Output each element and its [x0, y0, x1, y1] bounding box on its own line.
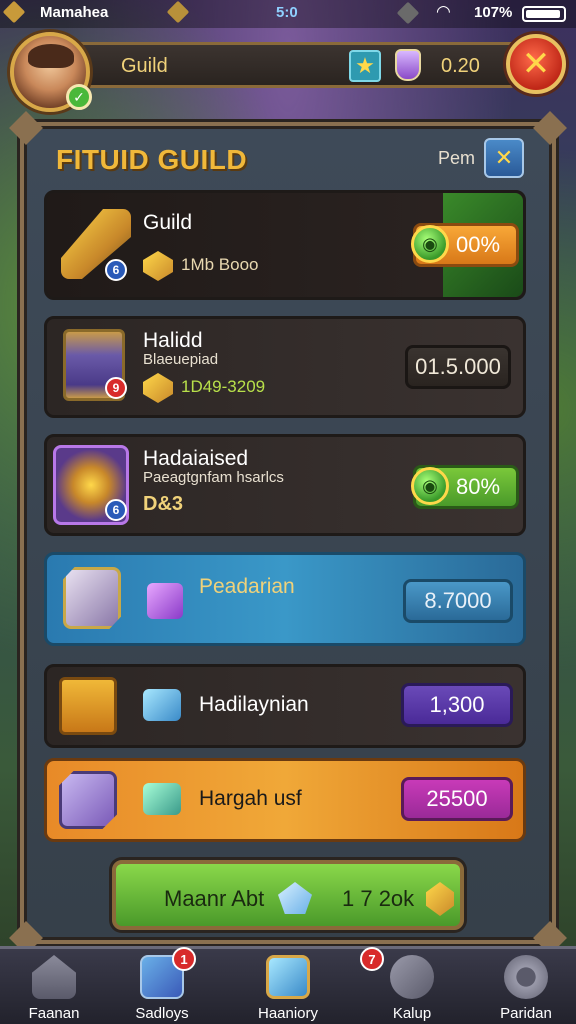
- nav-label: Faanan: [28, 1005, 80, 1022]
- nav-label: Haaniory: [257, 1005, 319, 1022]
- header-title: Guild: [121, 55, 168, 77]
- list-item[interactable]: Peadarian 8.7000: [44, 552, 526, 646]
- row-title: Peadarian: [199, 575, 295, 598]
- top-header: Guild ★ 0.20 ✓ ✕: [0, 28, 576, 112]
- crystal-icon: [63, 567, 121, 629]
- helmet-icon: [390, 955, 434, 999]
- nav-item-settings[interactable]: Paridan: [478, 949, 574, 1024]
- battery-icon: [522, 6, 566, 22]
- panel-corner: [533, 111, 567, 145]
- count-badge: 9: [105, 377, 127, 399]
- chest-icon: [59, 677, 117, 735]
- status-bar: Mamahea 5:0 ◠ 107%: [0, 0, 576, 28]
- notification-badge: 1: [172, 947, 196, 971]
- gem-icon: [143, 689, 181, 721]
- crystal-icon: [266, 955, 310, 999]
- list-item[interactable]: 6 Guild 1Mb Booo ◉ 00%: [44, 190, 526, 300]
- panel-corner: [9, 111, 43, 145]
- bottom-nav: Faanan 1 Sadloys Haaniory 7 Kalup Parida…: [0, 946, 576, 1024]
- nav-label: Kalup: [392, 1005, 432, 1022]
- row-title: Guild: [143, 211, 193, 234]
- avatar[interactable]: ✓: [10, 32, 92, 112]
- orb-icon: ◉: [411, 467, 449, 505]
- nav-item-home[interactable]: Faanan: [6, 949, 102, 1024]
- panel-side-label[interactable]: Pem: [438, 148, 475, 169]
- count-badge: 6: [105, 259, 127, 281]
- row-meta: D&3: [143, 493, 184, 515]
- list-item[interactable]: Hadilaynian 1,300: [44, 664, 526, 748]
- battery-percent: 107%: [474, 4, 513, 21]
- star-icon[interactable]: ★: [349, 50, 381, 82]
- row-meta: 1D49-3209: [181, 377, 266, 396]
- gem-icon: [166, 0, 190, 24]
- coin-icon: [426, 882, 454, 916]
- orb-icon: ◉: [411, 225, 449, 263]
- row-subtitle: Blaeuepiad: [143, 351, 219, 368]
- panel-close-button[interactable]: ✕: [484, 138, 524, 178]
- coin-icon: [143, 251, 173, 281]
- gem-icon: [2, 0, 26, 24]
- value-pill[interactable]: 1,300: [401, 683, 513, 727]
- currency-amount: 0.20: [441, 55, 480, 77]
- value-pill[interactable]: 8.7000: [403, 579, 513, 623]
- avatar-hair: [28, 44, 74, 68]
- potion-icon: [395, 49, 421, 81]
- nav-label: Paridan: [500, 1005, 552, 1022]
- home-icon: [32, 955, 76, 999]
- value-pill[interactable]: 01.5.000: [405, 345, 511, 389]
- row-title: Hadaiaised: [143, 447, 249, 470]
- wifi-icon: ◠: [436, 2, 451, 21]
- carrier-name: Mamahea: [40, 4, 109, 21]
- gear-icon: [504, 955, 548, 999]
- list-item[interactable]: 6 Hadaiaised Paeagtgnfam hsarlcs D&3 ◉ 8…: [44, 434, 526, 536]
- notification-badge: 7: [360, 947, 384, 971]
- buy-button-label: Maanr Abt: [164, 886, 265, 911]
- header-bar: Guild ★ 0.20: [66, 42, 518, 88]
- row-title: Halidd: [143, 329, 203, 352]
- count-badge: 6: [105, 499, 127, 521]
- buy-button-price: 1 7 2ok: [342, 886, 415, 911]
- nav-item-shop[interactable]: Haaniory: [240, 949, 336, 1024]
- close-button[interactable]: ✕: [506, 34, 566, 94]
- list-item[interactable]: Hargah usf 25500: [44, 758, 526, 842]
- gem-icon: [143, 783, 181, 815]
- row-title: Hargah usf: [199, 787, 302, 810]
- panel-title: FITUID GUILD: [56, 144, 248, 175]
- gem-icon: [396, 1, 420, 25]
- clock: 5:0: [276, 4, 298, 21]
- row-subtitle: Paeagtgnfam hsarlcs: [143, 469, 284, 486]
- coin-icon: [143, 373, 173, 403]
- row-meta: 1Mb Booo: [181, 255, 259, 274]
- value-pill[interactable]: 25500: [401, 777, 513, 821]
- nav-item-help[interactable]: 7 Kalup: [360, 947, 460, 1024]
- potion-icon: [147, 583, 183, 619]
- gem-icon: [278, 882, 312, 914]
- cube-icon: [59, 771, 117, 829]
- buy-button[interactable]: Maanr Abt 1 7 2ok: [112, 860, 464, 930]
- level-badge-icon: ✓: [66, 84, 92, 110]
- list-item[interactable]: 9 Halidd Blaeuepiad 1D49-3209 01.5.000: [44, 316, 526, 418]
- nav-label: Sadloys: [135, 1005, 189, 1022]
- row-title: Hadilaynian: [199, 693, 309, 716]
- nav-item-bag[interactable]: 1 Sadloys: [114, 947, 210, 1024]
